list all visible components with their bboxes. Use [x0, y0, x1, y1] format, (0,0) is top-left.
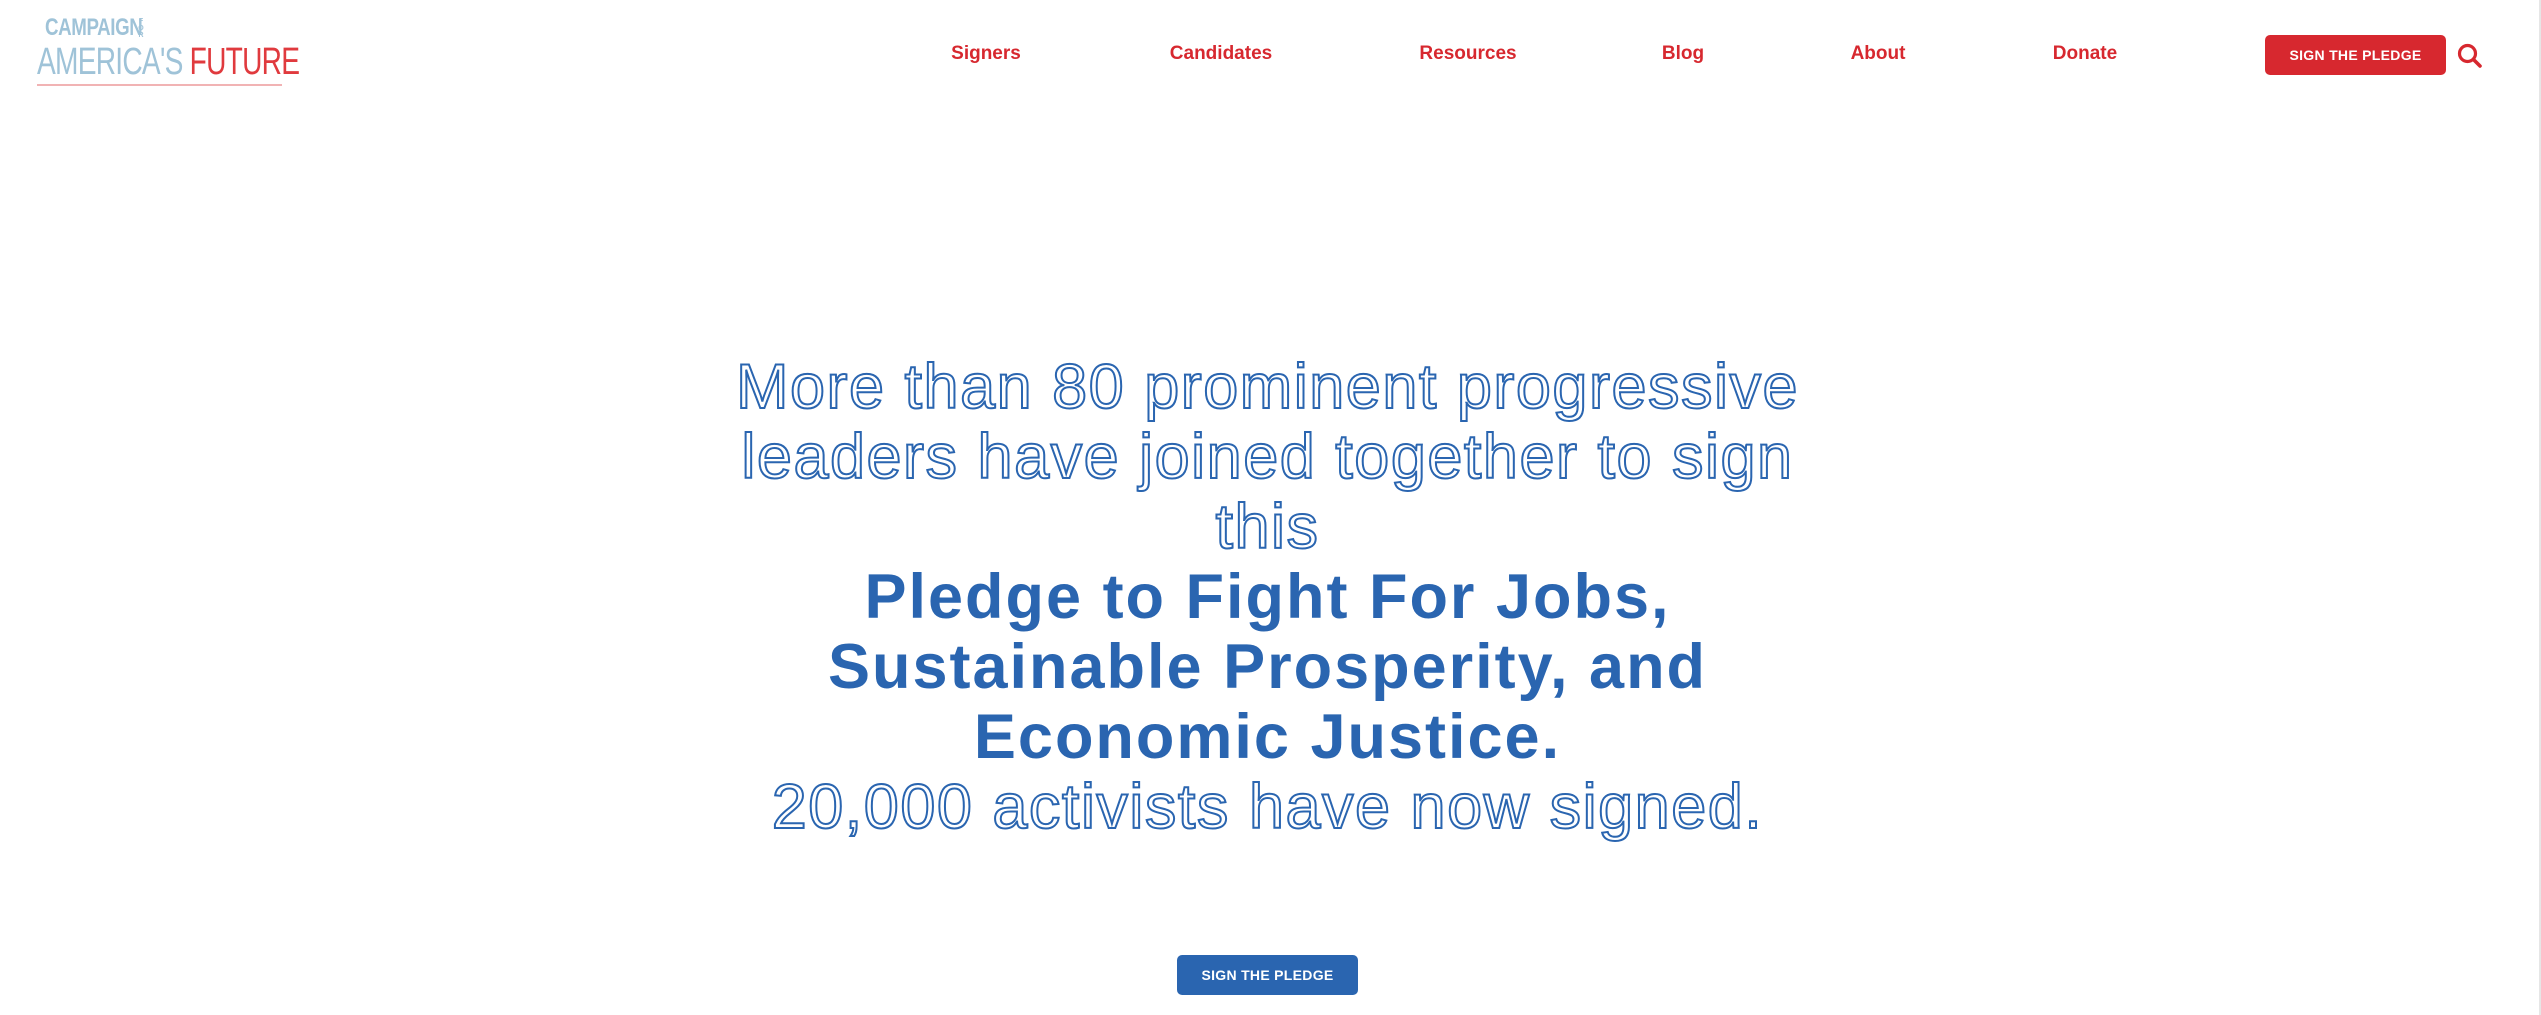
hero-section: More than 80 prominent progressive leade… — [700, 351, 1835, 843]
header-sign-pledge-button[interactable]: SIGN THE PLEDGE — [2265, 35, 2446, 75]
hero-sign-pledge-button[interactable]: SIGN THE PLEDGE — [1177, 955, 1358, 995]
nav-item-resources[interactable]: Resources — [1419, 38, 1516, 70]
search-icon — [2455, 43, 2485, 74]
hero-intro-text: More than 80 prominent progressive leade… — [735, 351, 1800, 563]
logo-underline — [37, 84, 282, 86]
search-button[interactable] — [2455, 41, 2485, 71]
nav-item-donate[interactable]: Donate — [2053, 38, 2117, 70]
nav-item-blog[interactable]: Blog — [1662, 38, 1704, 70]
main-nav: Signers Candidates Resources Blog About … — [0, 38, 2541, 70]
hero-signers-text: 20,000 activists have now signed. — [771, 771, 1764, 843]
nav-item-signers[interactable]: Signers — [951, 38, 1021, 70]
logo-for-text: FOR — [138, 18, 144, 39]
hero-pledge-title: Pledge to Fight For Jobs, Sustainable Pr… — [827, 562, 1708, 772]
nav-item-candidates[interactable]: Candidates — [1170, 38, 1272, 70]
nav-item-about[interactable]: About — [1851, 38, 1906, 70]
